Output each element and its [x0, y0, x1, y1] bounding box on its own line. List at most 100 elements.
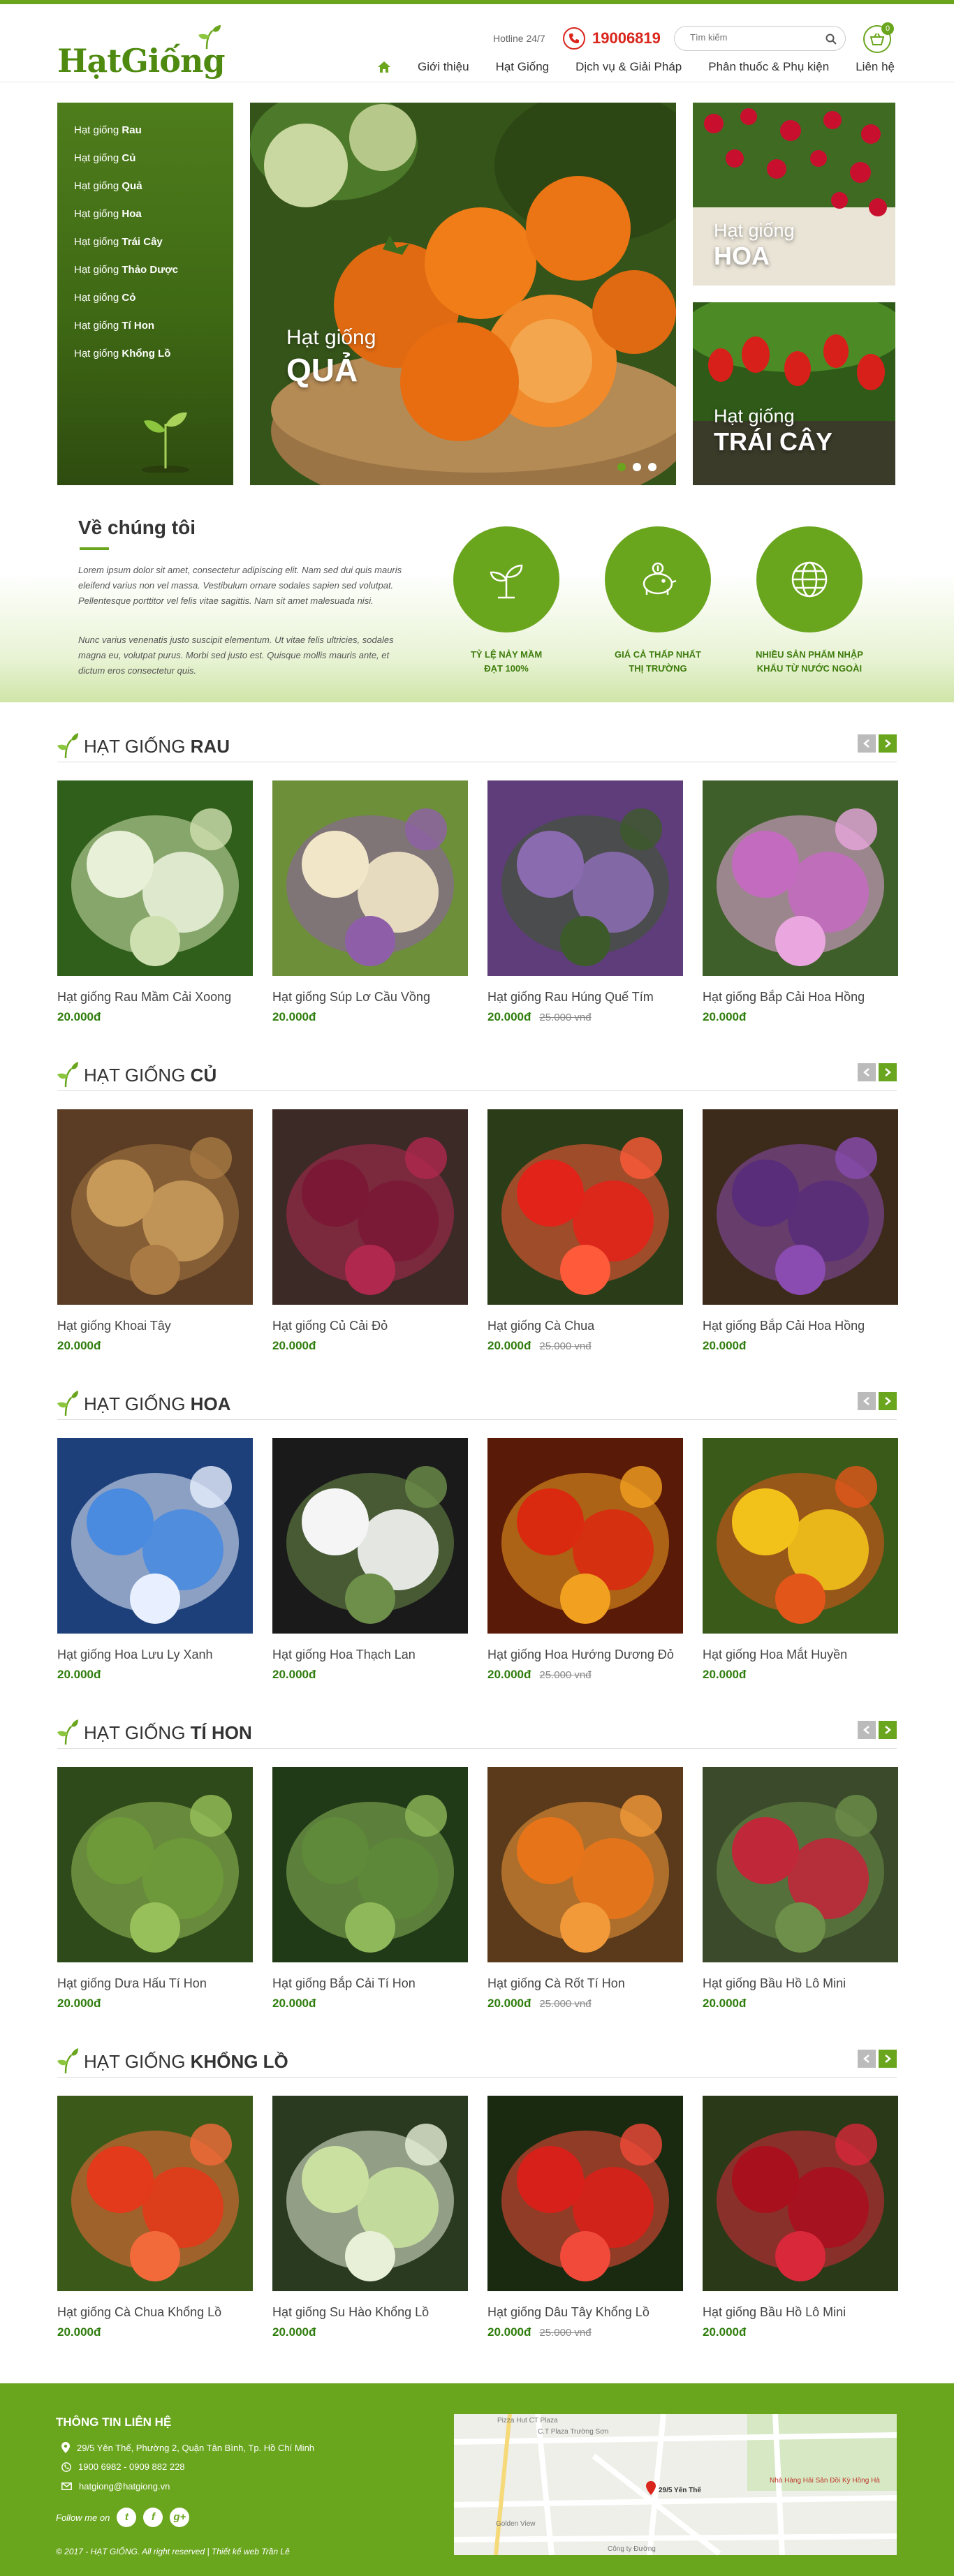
- home-icon[interactable]: [377, 61, 391, 73]
- slider-dot[interactable]: [617, 463, 626, 471]
- product-card[interactable]: Hạt giống Củ Cải Đỏ 20.000đ: [272, 1109, 468, 1353]
- promo-tile-fruit[interactable]: Hạt giống TRÁI CÂY: [693, 302, 895, 485]
- product-card[interactable]: Hạt giống Cà Chua Khổng Lồ 20.000đ: [57, 2096, 253, 2339]
- carousel-prev-button[interactable]: [858, 2050, 876, 2068]
- product-image[interactable]: [487, 1767, 683, 1962]
- product-name[interactable]: Hạt giống Hoa Mắt Huyền: [703, 1648, 898, 1662]
- product-card[interactable]: Hạt giống Su Hào Khổng Lồ 20.000đ: [272, 2096, 468, 2339]
- product-image[interactable]: [272, 2096, 468, 2291]
- product-card[interactable]: Hạt giống Bắp Cải Tí Hon 20.000đ: [272, 1767, 468, 2011]
- slider-dot[interactable]: [633, 463, 641, 471]
- product-image[interactable]: [487, 2096, 683, 2291]
- sidebar-item[interactable]: Hạt giống Hoa: [57, 200, 233, 228]
- product-name[interactable]: Hạt giống Su Hào Khổng Lồ: [272, 2305, 468, 2320]
- carousel-next-button[interactable]: [879, 2050, 897, 2068]
- product-card[interactable]: Hạt giống Cà Chua 20.000đ 25.000 vnđ: [487, 1109, 683, 1353]
- product-image[interactable]: [57, 1438, 253, 1634]
- product-name[interactable]: Hạt giống Hoa Thạch Lan: [272, 1648, 468, 1662]
- sidebar-item[interactable]: Hạt giống Trái Cây: [57, 228, 233, 256]
- google-plus-icon[interactable]: g+: [170, 2508, 190, 2527]
- product-image[interactable]: [272, 1438, 468, 1634]
- slider-dot[interactable]: [648, 463, 656, 471]
- phones-text[interactable]: 1900 6982 - 0909 882 228: [78, 2462, 185, 2472]
- product-image[interactable]: [272, 1109, 468, 1305]
- product-name[interactable]: Hạt giống Củ Cải Đỏ: [272, 1319, 468, 1333]
- product-name[interactable]: Hạt giống Bắp Cải Hoa Hồng: [703, 1319, 898, 1333]
- product-name[interactable]: Hạt giống Dâu Tây Khổng Lồ: [487, 2305, 683, 2320]
- product-image[interactable]: [487, 1438, 683, 1634]
- product-card[interactable]: Hạt giống Hoa Hướng Dương Đỏ 20.000đ 25.00…: [487, 1438, 683, 1682]
- product-card[interactable]: Hạt giống Bầu Hồ Lô Mini 20.000đ: [703, 2096, 898, 2339]
- product-name[interactable]: Hạt giống Dưa Hấu Tí Hon: [57, 1976, 253, 1991]
- facebook-icon[interactable]: f: [143, 2508, 163, 2527]
- product-image[interactable]: [703, 1109, 898, 1305]
- sidebar-item[interactable]: Hạt giống Tí Hon: [57, 312, 233, 340]
- product-image[interactable]: [272, 780, 468, 976]
- product-image[interactable]: [703, 1438, 898, 1634]
- product-card[interactable]: Hạt giống Súp Lơ Cầu Vồng 20.000đ: [272, 780, 468, 1024]
- product-card[interactable]: Hạt giống Bầu Hồ Lô Mini 20.000đ: [703, 1767, 898, 2011]
- product-image[interactable]: [57, 780, 253, 976]
- product-name[interactable]: Hạt giống Bầu Hồ Lô Mini: [703, 2305, 898, 2320]
- product-card[interactable]: Hạt giống Dâu Tây Khổng Lồ 20.000đ 25.000 …: [487, 2096, 683, 2339]
- email-text[interactable]: hatgiong@hatgiong.vn: [79, 2481, 170, 2492]
- product-card[interactable]: Hạt giống Rau Húng Quế Tím 20.000đ 25.000 …: [487, 780, 683, 1024]
- hero-slider[interactable]: Hạt giống QUẢ: [250, 103, 676, 485]
- twitter-icon[interactable]: t: [117, 2508, 137, 2527]
- sidebar-item[interactable]: Hạt giống Thảo Dược: [57, 256, 233, 284]
- product-image[interactable]: [703, 1767, 898, 1962]
- product-card[interactable]: Hạt giống Rau Mầm Cải Xoong 20.000đ: [57, 780, 253, 1024]
- carousel-next-button[interactable]: [879, 1392, 897, 1410]
- product-card[interactable]: Hạt giống Bắp Cải Hoa Hồng 20.000đ: [703, 1109, 898, 1353]
- product-name[interactable]: Hạt giống Cà Chua: [487, 1319, 683, 1333]
- nav-phan-thuoc[interactable]: Phân thuốc & Phụ kiện: [708, 60, 829, 74]
- search-input[interactable]: [690, 32, 816, 43]
- product-card[interactable]: Hạt giống Bắp Cải Hoa Hồng 20.000đ: [703, 780, 898, 1024]
- product-name[interactable]: Hạt giống Cà Chua Khổng Lồ: [57, 2305, 253, 2320]
- product-card[interactable]: Hạt giống Dưa Hấu Tí Hon 20.000đ: [57, 1767, 253, 2011]
- product-card[interactable]: Hạt giống Cà Rốt Tí Hon 20.000đ 25.000 vnđ: [487, 1767, 683, 2011]
- carousel-next-button[interactable]: [879, 734, 897, 753]
- product-name[interactable]: Hạt giống Cà Rốt Tí Hon: [487, 1976, 683, 1991]
- product-name[interactable]: Hạt giống Rau Mầm Cải Xoong: [57, 990, 253, 1005]
- product-name[interactable]: Hạt giống Bắp Cải Hoa Hồng: [703, 990, 898, 1005]
- product-image[interactable]: [57, 1767, 253, 1962]
- product-image[interactable]: [703, 780, 898, 976]
- product-card[interactable]: Hạt giống Hoa Thạch Lan 20.000đ: [272, 1438, 468, 1682]
- sidebar-item[interactable]: Hạt giống Củ: [57, 145, 233, 172]
- logo[interactable]: HạtGiống: [57, 22, 226, 80]
- product-image[interactable]: [57, 1109, 253, 1305]
- product-image[interactable]: [703, 2096, 898, 2291]
- product-name[interactable]: Hạt giống Hoa Lưu Ly Xanh: [57, 1648, 253, 1662]
- product-image[interactable]: [57, 2096, 253, 2291]
- nav-dich-vu[interactable]: Dịch vụ & Giải Pháp: [575, 60, 682, 74]
- location-map[interactable]: Pizza Hut CT Plaza C.T Plaza Trường Sơn …: [454, 2414, 897, 2555]
- sidebar-item[interactable]: Hạt giống Khổng Lồ: [57, 340, 233, 368]
- product-name[interactable]: Hạt giống Bầu Hồ Lô Mini: [703, 1976, 898, 1991]
- search-icon[interactable]: [825, 34, 837, 45]
- promo-tile-flower[interactable]: Hạt giống HOA: [693, 103, 895, 286]
- nav-hat-giong[interactable]: Hạt Giống: [496, 60, 550, 74]
- product-name[interactable]: Hạt giống Hoa Hướng Dương Đỏ: [487, 1648, 683, 1662]
- product-name[interactable]: Hạt giống Bắp Cải Tí Hon: [272, 1976, 468, 1991]
- carousel-prev-button[interactable]: [858, 1063, 876, 1081]
- product-name[interactable]: Hạt giống Khoai Tây: [57, 1319, 253, 1333]
- hotline-number[interactable]: 19006819: [592, 29, 661, 47]
- product-name[interactable]: Hạt giống Rau Húng Quế Tím: [487, 990, 683, 1005]
- carousel-prev-button[interactable]: [858, 1721, 876, 1739]
- nav-lien-he[interactable]: Liên hệ: [856, 60, 895, 74]
- carousel-next-button[interactable]: [879, 1721, 897, 1739]
- product-image[interactable]: [487, 780, 683, 976]
- product-card[interactable]: Hạt giống Hoa Lưu Ly Xanh 20.000đ: [57, 1438, 253, 1682]
- sidebar-item[interactable]: Hạt giống Rau: [57, 117, 233, 145]
- sidebar-item[interactable]: Hạt giống Quả: [57, 172, 233, 200]
- product-image[interactable]: [487, 1109, 683, 1305]
- product-card[interactable]: Hạt giống Hoa Mắt Huyền 20.000đ: [703, 1438, 898, 1682]
- product-name[interactable]: Hạt giống Súp Lơ Cầu Vồng: [272, 990, 468, 1005]
- cart-button[interactable]: 0: [863, 22, 894, 53]
- sidebar-item[interactable]: Hạt giống Cỏ: [57, 284, 233, 312]
- carousel-prev-button[interactable]: [858, 734, 876, 753]
- carousel-next-button[interactable]: [879, 1063, 897, 1081]
- carousel-prev-button[interactable]: [858, 1392, 876, 1410]
- nav-gioi-thieu[interactable]: Giới thiệu: [418, 60, 469, 74]
